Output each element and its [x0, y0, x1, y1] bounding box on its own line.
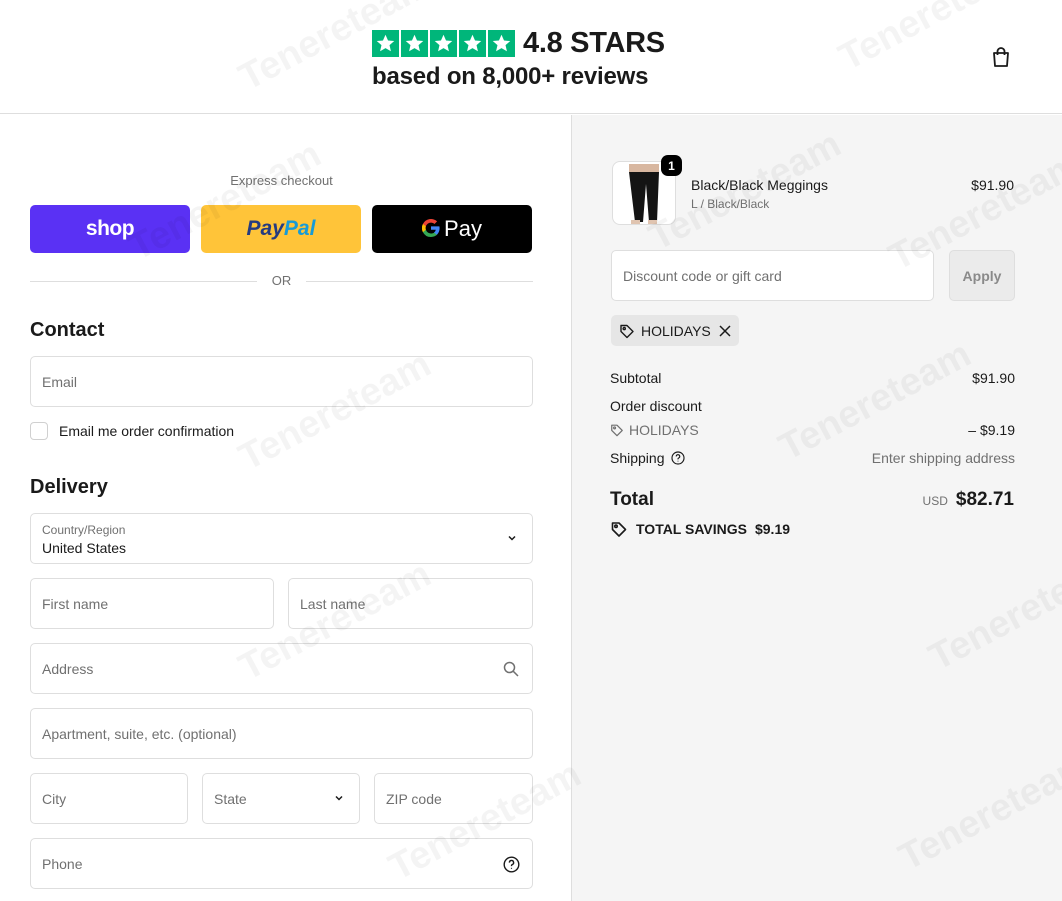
- google-pay-label: Pay: [444, 216, 482, 241]
- email-confirmation-checkbox[interactable]: [30, 422, 48, 440]
- star-icon: [488, 29, 515, 57]
- tag-icon: [619, 323, 635, 339]
- apartment-placeholder: Apartment, suite, etc. (optional): [42, 725, 237, 742]
- state-select[interactable]: State: [202, 773, 360, 824]
- or-divider: OR: [30, 273, 533, 289]
- address-placeholder: Address: [42, 660, 94, 677]
- star-icon: [372, 29, 399, 57]
- help-icon[interactable]: [670, 451, 685, 465]
- email-field[interactable]: Email: [30, 356, 533, 407]
- product-price: $91.90: [971, 177, 1014, 193]
- discount-code-row: HOLIDAYS – $9.19: [610, 422, 1015, 440]
- email-placeholder: Email: [42, 373, 78, 390]
- email-confirmation-row: Email me order confirmation: [30, 422, 234, 440]
- shop-pay-button[interactable]: shop: [30, 205, 190, 253]
- apply-button[interactable]: Apply: [949, 250, 1015, 301]
- city-field[interactable]: City: [30, 773, 188, 824]
- search-icon[interactable]: [502, 660, 520, 678]
- cart-button[interactable]: [986, 42, 1016, 72]
- contact-title: Contact: [30, 319, 105, 341]
- phone-placeholder: Phone: [42, 855, 83, 872]
- zip-field[interactable]: ZIP code: [374, 773, 533, 824]
- country-select[interactable]: Country/Region United States: [30, 513, 533, 564]
- stars-row: 4.8 STARS: [372, 28, 672, 58]
- star-icon: [401, 29, 428, 57]
- state-placeholder: State: [214, 790, 247, 807]
- star-icon: [430, 29, 457, 57]
- country-value: United States: [42, 540, 127, 556]
- subtotal-label: Subtotal: [610, 370, 662, 386]
- paypal-button[interactable]: Pay Pal: [201, 205, 361, 253]
- quantity-badge: 1: [661, 155, 682, 176]
- reviews-text: based on 8,000+ reviews: [372, 63, 649, 90]
- total-value-group: USD $82.71: [923, 489, 1014, 511]
- applied-discount-chip: HOLIDAYS: [611, 315, 739, 346]
- discount-code-field[interactable]: Discount code or gift card: [611, 250, 934, 301]
- rating-text: 4.8 STARS: [523, 27, 665, 59]
- discount-code-text: HOLIDAYS: [629, 422, 699, 438]
- order-discount-label: Order discount: [610, 398, 702, 414]
- trust-rating-banner: 4.8 STARS based on 8,000+ reviews: [372, 28, 672, 92]
- city-placeholder: City: [42, 790, 67, 807]
- paypal-label-part2: Pal: [283, 217, 316, 240]
- country-label: Country/Region: [42, 523, 126, 537]
- savings-tag-icon: [610, 520, 628, 538]
- product-variant: L / Black/Black: [691, 197, 770, 211]
- first-name-field[interactable]: First name: [30, 578, 274, 629]
- discount-placeholder: Discount code or gift card: [623, 267, 782, 284]
- address-field[interactable]: Address: [30, 643, 533, 694]
- discount-value: – $9.19: [968, 422, 1015, 438]
- currency-code: USD: [922, 494, 948, 508]
- tag-icon: [611, 424, 623, 437]
- subtotal-row: Subtotal $91.90: [610, 370, 1015, 386]
- paypal-label-part1: Pay: [246, 217, 284, 240]
- chevron-down-icon: [335, 795, 343, 801]
- google-pay-button[interactable]: Pay: [372, 205, 532, 253]
- shopping-bag-icon: [993, 47, 1009, 67]
- applied-code-text: HOLIDAYS: [641, 322, 711, 339]
- last-name-placeholder: Last name: [300, 595, 366, 612]
- delivery-title: Delivery: [30, 476, 108, 498]
- shipping-row: Shipping Enter shipping address: [610, 450, 1015, 466]
- product-name: Black/Black Meggings: [691, 177, 828, 193]
- chevron-down-icon: [508, 535, 516, 541]
- subtotal-value: $91.90: [972, 370, 1015, 386]
- remove-code-icon[interactable]: [719, 324, 731, 337]
- checkout-form: Express checkout shop Pay Pal Pay OR Cont…: [0, 115, 571, 901]
- savings-label: TOTAL SAVINGS: [636, 521, 747, 537]
- phone-field[interactable]: Phone: [30, 838, 533, 889]
- last-name-field[interactable]: Last name: [288, 578, 533, 629]
- order-summary: 1 Black/Black Meggings L / Black/Black $…: [571, 115, 1062, 901]
- help-icon[interactable]: [502, 855, 520, 873]
- express-checkout-label: Express checkout: [230, 173, 333, 188]
- star-icon: [459, 29, 486, 57]
- email-confirmation-label: Email me order confirmation: [59, 423, 235, 439]
- google-g-icon: [421, 216, 440, 243]
- first-name-placeholder: First name: [42, 595, 109, 612]
- shipping-label: Shipping: [610, 450, 665, 466]
- total-savings: TOTAL SAVINGS $9.19: [610, 520, 790, 538]
- order-discount-row: Order discount: [610, 398, 1015, 414]
- total-value: $82.71: [955, 489, 1014, 510]
- or-text: OR: [271, 273, 292, 288]
- total-label: Total: [610, 489, 654, 510]
- zip-placeholder: ZIP code: [386, 790, 442, 807]
- apartment-field[interactable]: Apartment, suite, etc. (optional): [30, 708, 533, 759]
- shop-pay-label: shop: [85, 217, 135, 240]
- product-thumbnail: 1: [612, 155, 682, 225]
- savings-value: $9.19: [754, 521, 791, 537]
- page-header: 4.8 STARS based on 8,000+ reviews: [0, 0, 1062, 114]
- shipping-value: Enter shipping address: [871, 450, 1015, 466]
